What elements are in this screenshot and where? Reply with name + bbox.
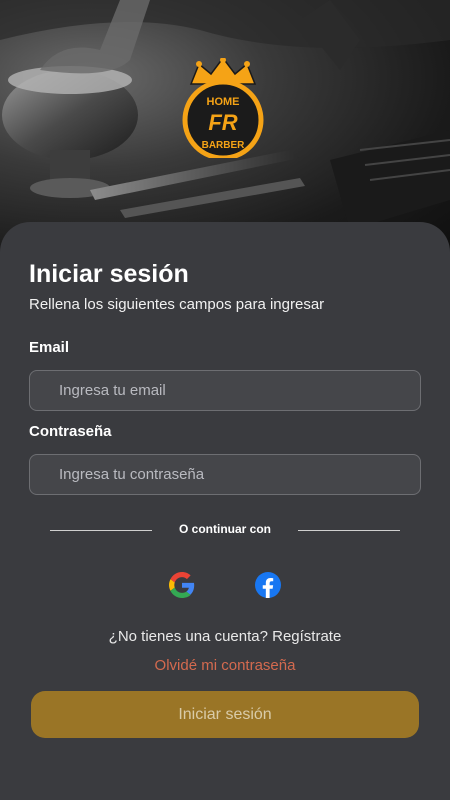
forgot-password-link[interactable]: Olvidé mi contraseña [0,657,450,674]
password-label: Contraseña [29,423,112,440]
email-label: Email [29,339,70,356]
svg-text:FR: FR [208,110,237,135]
or-continue-label: O continuar con [178,522,271,536]
page-subtitle: Rellena los siguientes campos para ingre… [29,296,325,313]
svg-text:HOME: HOME [207,96,240,108]
hero-image: HOME FR BARBER [0,0,450,260]
page-title: Iniciar sesión [29,260,189,288]
register-link[interactable]: ¿No tienes una cuenta? Regístrate [0,628,450,645]
login-button[interactable]: Iniciar sesión [31,691,419,738]
fr-home-barber-logo: HOME FR BARBER [182,58,264,158]
svg-text:BARBER: BARBER [202,140,246,151]
password-field[interactable] [29,454,421,495]
google-icon[interactable] [169,572,195,598]
divider-right [298,530,400,531]
email-field[interactable] [29,370,421,411]
facebook-icon[interactable] [255,572,281,598]
